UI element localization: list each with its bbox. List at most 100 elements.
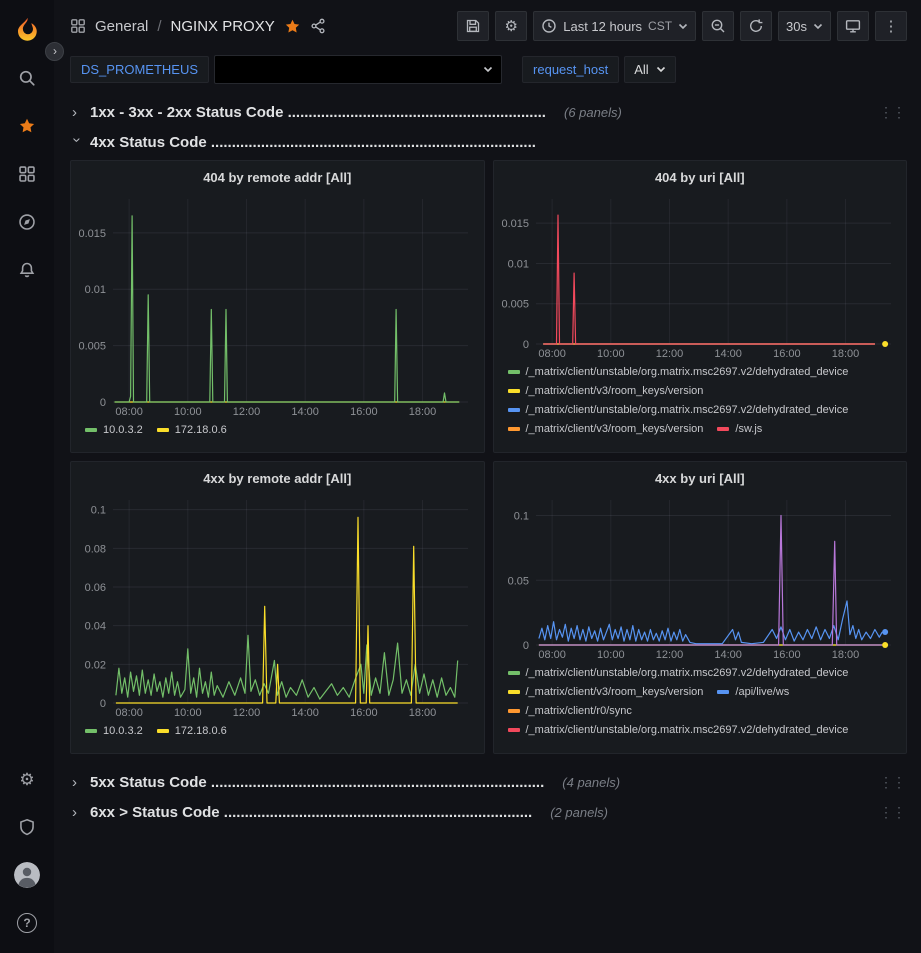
row-4xx[interactable]: › 4xx Status Code ......................… (70, 128, 907, 156)
favorite-star-icon[interactable] (284, 18, 301, 35)
legend-swatch (508, 370, 520, 374)
svg-text:14:00: 14:00 (291, 707, 319, 719)
save-floppy-icon (465, 18, 481, 34)
chevron-right-icon: › (72, 104, 82, 121)
svg-text:16:00: 16:00 (773, 649, 801, 661)
svg-text:18:00: 18:00 (831, 348, 859, 360)
legend-item[interactable]: /_matrix/client/unstable/org.matrix.msc2… (508, 724, 849, 736)
timeseries-chart-4xx-remote-addr[interactable]: 08:0010:0012:0014:0016:0018:0000.020.040… (71, 492, 484, 720)
panel-title[interactable]: 4xx by remote addr [All] (71, 466, 484, 492)
legend-item[interactable]: /_matrix/client/r0/sync (508, 705, 632, 717)
dashboards-grid-icon[interactable] (0, 150, 54, 198)
legend-item[interactable]: /sw.js (717, 423, 762, 435)
sidebar-expand-chevron[interactable]: › (45, 42, 64, 61)
svg-text:10:00: 10:00 (174, 406, 202, 418)
svg-text:16:00: 16:00 (773, 348, 801, 360)
panel-title[interactable]: 404 by remote addr [All] (71, 165, 484, 191)
grafana-app: ⚙ ? › General / NGINX PROXY (0, 0, 921, 953)
row-drag-handle[interactable]: ⋮⋮ (879, 104, 905, 121)
search-icon[interactable] (0, 54, 54, 102)
var-ds-prometheus-label[interactable]: DS_PROMETHEUS (70, 56, 209, 83)
var-request-host-label[interactable]: request_host (522, 56, 619, 83)
svg-text:0: 0 (100, 397, 106, 409)
svg-text:18:00: 18:00 (409, 707, 437, 719)
row-drag-handle[interactable]: ⋮⋮ (879, 804, 905, 821)
sidebar: ⚙ ? (0, 0, 54, 953)
legend-swatch (157, 729, 169, 733)
legend-item[interactable]: 172.18.0.6 (157, 424, 227, 436)
timeseries-chart-404-uri[interactable]: 08:0010:0012:0014:0016:0018:0000.0050.01… (494, 191, 907, 361)
panel-title[interactable]: 4xx by uri [All] (494, 466, 907, 492)
row-drag-handle[interactable]: ⋮⋮ (879, 774, 905, 791)
svg-text:12:00: 12:00 (655, 348, 683, 360)
legend-item[interactable]: 10.0.3.2 (85, 424, 143, 436)
refresh-interval-select[interactable]: 30s (778, 11, 831, 41)
var-request-host-value[interactable]: All (624, 56, 675, 83)
legend-item[interactable]: /_matrix/client/unstable/org.matrix.msc2… (508, 404, 849, 416)
svg-text:14:00: 14:00 (714, 348, 742, 360)
legend-item[interactable]: 172.18.0.6 (157, 725, 227, 737)
panel-title[interactable]: 404 by uri [All] (494, 165, 907, 191)
legend-swatch (508, 709, 520, 713)
row-panel-count: (4 panels) (562, 775, 620, 790)
legend-swatch (508, 728, 520, 732)
avatar-image (14, 862, 40, 888)
save-dashboard-button[interactable] (457, 11, 489, 41)
legend-item[interactable]: /_matrix/client/unstable/org.matrix.msc2… (508, 667, 849, 679)
explore-compass-icon[interactable] (0, 198, 54, 246)
user-avatar[interactable] (0, 851, 54, 899)
dashboard-settings-button[interactable]: ⚙ (495, 11, 527, 41)
svg-text:0.01: 0.01 (85, 284, 106, 296)
row-5xx[interactable]: › 5xx Status Code ......................… (70, 768, 907, 796)
server-admin-gear-icon[interactable]: ⚙ (0, 755, 54, 803)
legend-swatch (508, 690, 520, 694)
svg-text:10:00: 10:00 (174, 707, 202, 719)
legend-item[interactable]: /_matrix/client/v3/room_keys/version (508, 686, 704, 698)
svg-text:0.05: 0.05 (507, 575, 528, 587)
row-1xx-3xx-2xx[interactable]: › 1xx - 3xx - 2xx Status Code ..........… (70, 98, 907, 126)
legend-item[interactable]: /api/live/ws (717, 686, 789, 698)
svg-text:16:00: 16:00 (350, 707, 378, 719)
legend-item[interactable]: /_matrix/client/v3/room_keys/version (508, 423, 704, 435)
row-title: 5xx Status Code ........................… (90, 774, 544, 791)
breadcrumb-section[interactable]: General (95, 18, 148, 35)
refresh-button[interactable] (740, 11, 772, 41)
svg-text:12:00: 12:00 (233, 707, 261, 719)
svg-text:12:00: 12:00 (233, 406, 261, 418)
admin-shield-icon[interactable] (0, 803, 54, 851)
starred-dashboards-icon[interactable] (0, 102, 54, 150)
grafana-flame-icon (12, 16, 42, 46)
grafana-logo[interactable] (12, 8, 42, 54)
kebab-menu-button[interactable]: ⋮ (875, 11, 907, 41)
row-title: 6xx > Status Code ......................… (90, 804, 532, 821)
refresh-interval-label: 30s (786, 19, 807, 34)
row-title: 1xx - 3xx - 2xx Status Code ............… (90, 104, 546, 121)
help-icon[interactable]: ? (0, 899, 54, 947)
share-icon[interactable] (310, 18, 326, 34)
time-range-picker[interactable]: Last 12 hours CST (533, 11, 696, 41)
row-6xx[interactable]: › 6xx > Status Code ....................… (70, 798, 907, 826)
top-navbar: General / NGINX PROXY ⚙ Last 12 hours (54, 0, 921, 52)
legend-item[interactable]: 10.0.3.2 (85, 725, 143, 737)
svg-text:0.015: 0.015 (78, 228, 106, 240)
chevron-down-icon (656, 66, 666, 73)
legend-item[interactable]: /_matrix/client/unstable/org.matrix.msc2… (508, 366, 849, 378)
alerting-bell-icon[interactable] (0, 246, 54, 294)
timeseries-chart-404-remote-addr[interactable]: 08:0010:0012:0014:0016:0018:0000.0050.01… (71, 191, 484, 419)
row-title: 4xx Status Code ........................… (90, 134, 536, 151)
dashboard-title[interactable]: NGINX PROXY (171, 18, 275, 35)
monitor-icon (845, 18, 861, 34)
svg-text:0: 0 (522, 339, 528, 351)
svg-text:0.08: 0.08 (85, 543, 106, 555)
var-ds-prometheus-value[interactable] (214, 55, 502, 84)
timeseries-chart-4xx-uri[interactable]: 08:0010:0012:0014:0016:0018:0000.050.1 (494, 492, 907, 662)
svg-text:12:00: 12:00 (655, 649, 683, 661)
legend-item[interactable]: /_matrix/client/v3/room_keys/version (508, 385, 704, 397)
chevron-right-icon: › (72, 804, 82, 821)
chart-legend: 10.0.3.2 172.18.0.6 (71, 419, 484, 452)
legend-swatch (717, 690, 729, 694)
zoom-out-button[interactable] (702, 11, 734, 41)
svg-text:16:00: 16:00 (350, 406, 378, 418)
cycle-view-mode-button[interactable] (837, 11, 869, 41)
refresh-icon (748, 18, 764, 34)
